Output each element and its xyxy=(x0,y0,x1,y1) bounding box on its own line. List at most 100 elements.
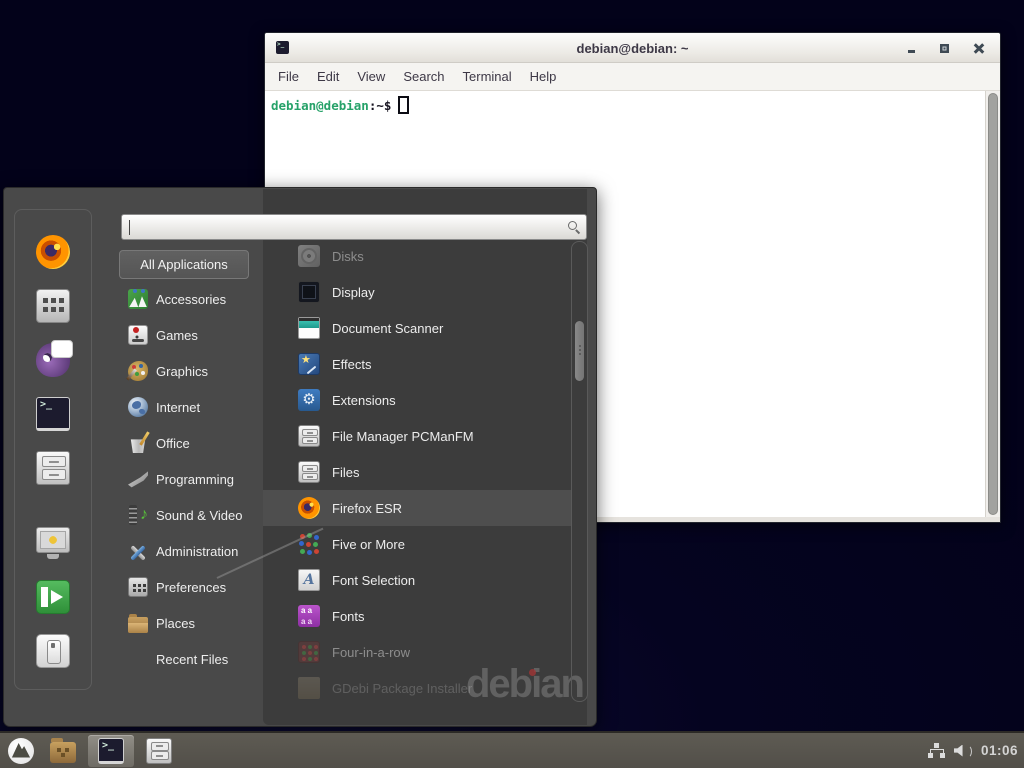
category-graphics[interactable]: Graphics xyxy=(118,353,264,389)
app-label: Display xyxy=(332,285,375,300)
lock-screen-favorite-button[interactable] xyxy=(35,525,71,561)
app-label: Disks xyxy=(332,249,364,264)
font-selection-icon xyxy=(298,569,320,591)
control-center-favorite-button[interactable] xyxy=(35,288,71,324)
category-label: Games xyxy=(156,328,198,343)
file-cabinet-icon xyxy=(146,738,172,764)
applications-list: Disks Display Document Scanner EffectsExten… xyxy=(263,238,587,706)
category-label: Accessories xyxy=(156,292,226,307)
menubar-item-terminal[interactable]: Terminal xyxy=(454,66,521,87)
disks-icon xyxy=(298,245,320,267)
app-label: Document Scanner xyxy=(332,321,443,336)
category-label: Preferences xyxy=(156,580,226,595)
app-item-files[interactable]: Files xyxy=(263,454,571,490)
categories-list: Accessories Games GraphicsInternet Office Pr… xyxy=(118,281,264,677)
app-item-effects[interactable]: Effects xyxy=(263,346,571,382)
system-tray: 01:06 xyxy=(928,743,1018,759)
menubar-item-edit[interactable]: Edit xyxy=(308,66,348,87)
menubar-item-view[interactable]: View xyxy=(348,66,394,87)
sound-video-icon xyxy=(128,505,148,525)
programming-icon xyxy=(128,469,148,489)
app-item-disks[interactable]: Disks xyxy=(263,238,571,274)
games-icon xyxy=(128,325,148,345)
taskbar-menu-button[interactable] xyxy=(4,735,38,767)
menubar-item-file[interactable]: File xyxy=(269,66,308,87)
app-label: Font Selection xyxy=(332,573,415,588)
category-preferences[interactable]: Preferences xyxy=(118,569,264,605)
favorites-sidebar xyxy=(14,209,92,690)
clock[interactable]: 01:06 xyxy=(981,743,1018,758)
volume-icon[interactable] xyxy=(954,743,972,758)
minimize-icon[interactable] xyxy=(908,50,915,53)
maximize-icon[interactable] xyxy=(940,44,949,53)
app-item-five-or-more[interactable]: Five or More xyxy=(263,526,571,562)
terminal-window-title: debian@debian: ~ xyxy=(265,33,1000,63)
app-label: Firefox ESR xyxy=(332,501,402,516)
menu-scrollbar[interactable] xyxy=(571,241,588,702)
pidgin-favorite-button[interactable] xyxy=(35,342,71,378)
network-icon[interactable] xyxy=(928,743,945,759)
lock-screen-icon xyxy=(36,527,70,553)
taskbar: 01:06 xyxy=(0,731,1024,768)
app-label: Fonts xyxy=(332,609,365,624)
graphics-icon xyxy=(128,361,148,381)
category-games[interactable]: Games xyxy=(118,317,264,353)
no-icon xyxy=(128,649,148,669)
app-item-file-manager-pcmanfm[interactable]: File Manager PCManFM xyxy=(263,418,571,454)
internet-icon xyxy=(128,397,148,417)
folder-icon xyxy=(50,742,76,763)
display-icon xyxy=(298,281,320,303)
app-item-extensions[interactable]: Extensions xyxy=(263,382,571,418)
firefox-favorite-button[interactable] xyxy=(35,234,71,270)
gdebi-icon xyxy=(298,677,320,699)
terminal-cursor xyxy=(398,96,409,114)
shutdown-favorite-button[interactable] xyxy=(35,633,71,669)
administration-icon xyxy=(128,541,148,561)
fonts-icon xyxy=(298,605,320,627)
taskbar-file-manager-button[interactable] xyxy=(46,735,80,766)
menu-circle-icon xyxy=(8,738,34,764)
logout-favorite-button[interactable] xyxy=(35,579,71,615)
close-icon[interactable] xyxy=(974,43,984,53)
terminal-scrollbar-thumb[interactable] xyxy=(988,93,998,515)
menu-scrollbar-thumb[interactable] xyxy=(575,321,584,381)
extensions-icon xyxy=(298,389,320,411)
category-recent-files[interactable]: Recent Files xyxy=(118,641,264,677)
search-input[interactable] xyxy=(128,217,560,237)
taskbar-files-button[interactable] xyxy=(142,735,176,767)
all-applications-button[interactable]: All Applications xyxy=(119,250,249,279)
app-item-document-scanner[interactable]: Document Scanner xyxy=(263,310,571,346)
file-manager-icon xyxy=(36,451,70,485)
terminal-scrollbar[interactable] xyxy=(985,91,1000,517)
category-office[interactable]: Office xyxy=(118,425,264,461)
category-accessories[interactable]: Accessories xyxy=(118,281,264,317)
pidgin-icon xyxy=(36,343,70,377)
category-internet[interactable]: Internet xyxy=(118,389,264,425)
app-item-fonts[interactable]: Fonts xyxy=(263,598,571,634)
category-sound-video[interactable]: Sound & Video xyxy=(118,497,264,533)
app-item-display[interactable]: Display xyxy=(263,274,571,310)
terminal-favorite-button[interactable] xyxy=(35,396,71,432)
application-menu: Disks Display Document Scanner EffectsExten… xyxy=(3,187,597,727)
document-scanner-icon xyxy=(298,317,320,339)
places-icon xyxy=(128,617,148,633)
app-item-four-in-a-row[interactable]: Four-in-a-row xyxy=(263,634,571,670)
app-item-font-selection[interactable]: Font Selection xyxy=(263,562,571,598)
applications-panel: Disks Display Document Scanner EffectsExten… xyxy=(263,189,587,725)
category-administration[interactable]: Administration xyxy=(118,533,264,569)
app-item-firefox-esr[interactable]: Firefox ESR xyxy=(263,490,571,526)
desktop: debian@debian: ~ FileEditViewSearchTermi… xyxy=(0,0,1024,768)
preferences-icon xyxy=(128,577,148,597)
menubar-item-help[interactable]: Help xyxy=(521,66,566,87)
category-programming[interactable]: Programming xyxy=(118,461,264,497)
files-icon xyxy=(298,461,320,483)
category-label: Office xyxy=(156,436,190,451)
terminal-titlebar[interactable]: debian@debian: ~ xyxy=(265,33,1000,63)
menubar-item-search[interactable]: Search xyxy=(394,66,453,87)
accessories-icon xyxy=(128,289,148,309)
taskbar-terminal-button[interactable] xyxy=(88,735,134,767)
terminal-prompt-user: debian@debian xyxy=(271,98,369,113)
file-manager-favorite-button[interactable] xyxy=(35,450,71,486)
category-places[interactable]: Places xyxy=(118,605,264,641)
app-item-gdebi-package-installer[interactable]: GDebi Package Installer xyxy=(263,670,571,706)
